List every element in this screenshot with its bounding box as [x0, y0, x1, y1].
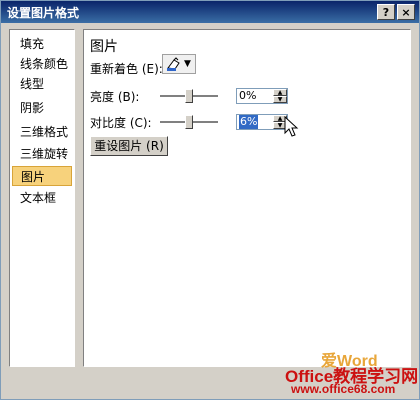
- spin-down-icon[interactable]: ▼: [273, 96, 287, 103]
- spin-up-icon[interactable]: ▲: [273, 89, 287, 96]
- sidebar-item-3d-format[interactable]: 三维格式: [12, 122, 72, 142]
- recolor-dropdown[interactable]: ▼: [162, 54, 196, 74]
- site-watermark-logo: 爱Word Office教程学习网 www.office68.com: [279, 345, 419, 399]
- reset-picture-button[interactable]: 重设图片 (R): [90, 136, 168, 156]
- sidebar-item-3d-rotation[interactable]: 三维旋转: [12, 144, 72, 164]
- contrast-spinner[interactable]: 6% ▲ ▼: [236, 114, 288, 130]
- picture-panel: 图片 重新着色 (E): ▼ 亮度 (B): 0% ▲ ▼ 对比度 (C): 6…: [83, 29, 411, 367]
- section-title: 图片: [90, 39, 118, 55]
- sidebar-item-line-color[interactable]: 线条颜色: [12, 54, 72, 74]
- brightness-slider[interactable]: [160, 89, 218, 103]
- recolor-label: 重新着色 (E):: [90, 62, 163, 76]
- format-picture-dialog: 设置图片格式 ? × 填充 线条颜色 线型 阴影 三维格式 三维旋转 图片 文本…: [0, 0, 420, 400]
- contrast-value[interactable]: 6%: [239, 115, 259, 129]
- contrast-label: 对比度 (C):: [90, 116, 152, 130]
- brightness-value[interactable]: 0%: [239, 89, 256, 103]
- brightness-label: 亮度 (B):: [90, 90, 140, 104]
- slider-thumb[interactable]: [185, 89, 193, 103]
- picture-recolor-icon: [166, 57, 182, 74]
- sidebar-item-line-style[interactable]: 线型: [12, 74, 72, 94]
- mouse-pointer-icon: [284, 116, 299, 137]
- category-list: 填充 线条颜色 线型 阴影 三维格式 三维旋转 图片 文本框: [9, 29, 75, 367]
- close-button[interactable]: ×: [397, 4, 415, 20]
- sidebar-item-shadow[interactable]: 阴影: [12, 98, 72, 118]
- contrast-slider[interactable]: [160, 115, 218, 129]
- sidebar-item-fill[interactable]: 填充: [12, 34, 72, 54]
- chevron-down-icon: ▼: [184, 59, 191, 69]
- slider-thumb[interactable]: [185, 115, 193, 129]
- title-bar: 设置图片格式 ? ×: [1, 1, 419, 23]
- watermark-url: www.office68.com: [291, 382, 396, 396]
- brightness-spinner[interactable]: 0% ▲ ▼: [236, 88, 288, 104]
- sidebar-item-text-box[interactable]: 文本框: [12, 188, 72, 208]
- dialog-title: 设置图片格式: [7, 6, 80, 20]
- help-button[interactable]: ?: [377, 4, 395, 20]
- sidebar-item-picture[interactable]: 图片: [12, 166, 72, 186]
